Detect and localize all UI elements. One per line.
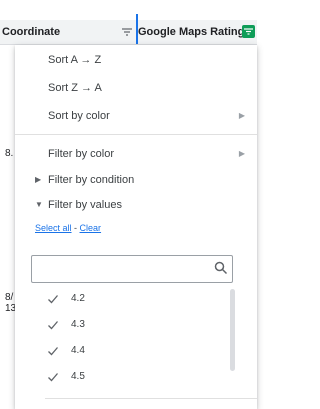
- filter-value-option[interactable]: 4.2: [35, 287, 215, 311]
- checkmark-icon: [48, 321, 58, 330]
- menu-item-label: Sort by color: [48, 110, 110, 122]
- section-filter-by-condition[interactable]: ▶ Filter by condition: [15, 168, 257, 192]
- filter-value-option[interactable]: 4.5: [35, 365, 215, 389]
- submenu-arrow-icon: ▶: [238, 149, 245, 158]
- menu-item-label: Sort Z → A: [48, 82, 102, 94]
- filter-value-label: 4.4: [71, 345, 85, 356]
- filter-value-option[interactable]: 4.3: [35, 313, 215, 337]
- values-search-input[interactable]: [36, 259, 210, 279]
- select-all-link[interactable]: Select all: [35, 223, 72, 233]
- cell-fragment: 8.: [5, 148, 14, 159]
- menu-divider: [45, 398, 257, 399]
- filter-value-label: 4.5: [71, 371, 85, 382]
- menu-item-label: Sort A → Z: [48, 54, 102, 66]
- select-links: Select all - Clear: [35, 223, 101, 233]
- caret-right-icon: ▶: [35, 175, 42, 184]
- checkmark-icon: [48, 373, 58, 382]
- clear-link[interactable]: Clear: [80, 223, 102, 233]
- menu-divider: [15, 134, 257, 135]
- menu-item-sort-a-z[interactable]: Sort A → Z: [15, 45, 257, 75]
- cell-fragment: 8/: [5, 292, 14, 303]
- filter-value-option[interactable]: 4.4: [35, 339, 215, 363]
- active-filter-icon[interactable]: [242, 25, 255, 38]
- values-search-box[interactable]: [31, 255, 233, 283]
- search-icon[interactable]: [214, 261, 228, 275]
- values-scrollbar[interactable]: [230, 289, 235, 371]
- column-header-maps-rating[interactable]: Google Maps Rating: [138, 20, 257, 44]
- menu-item-sort-z-a[interactable]: Sort Z → A: [15, 73, 257, 103]
- filter-icon[interactable]: [121, 27, 133, 37]
- caret-down-icon: ▼: [35, 200, 43, 209]
- checkmark-icon: [48, 295, 58, 304]
- section-filter-by-values[interactable]: ▼ Filter by values: [15, 193, 257, 217]
- filter-value-label: 4.2: [71, 293, 85, 304]
- submenu-arrow-icon: ▶: [238, 111, 245, 120]
- filter-dropdown-menu: Sort A → Z Sort Z → A Sort by color ▶ Fi…: [15, 45, 257, 409]
- menu-item-filter-by-color[interactable]: Filter by color ▶: [15, 139, 257, 169]
- filter-value-label: 4.3: [71, 319, 85, 330]
- section-label: Filter by condition: [48, 174, 135, 186]
- menu-item-label: Filter by color: [48, 148, 115, 160]
- link-separator: -: [71, 223, 80, 233]
- menu-item-sort-by-color[interactable]: Sort by color ▶: [15, 101, 257, 131]
- checkmark-icon: [48, 347, 58, 356]
- section-label: Filter by values: [48, 199, 122, 211]
- column-header-coordinate[interactable]: Coordinate: [2, 20, 136, 44]
